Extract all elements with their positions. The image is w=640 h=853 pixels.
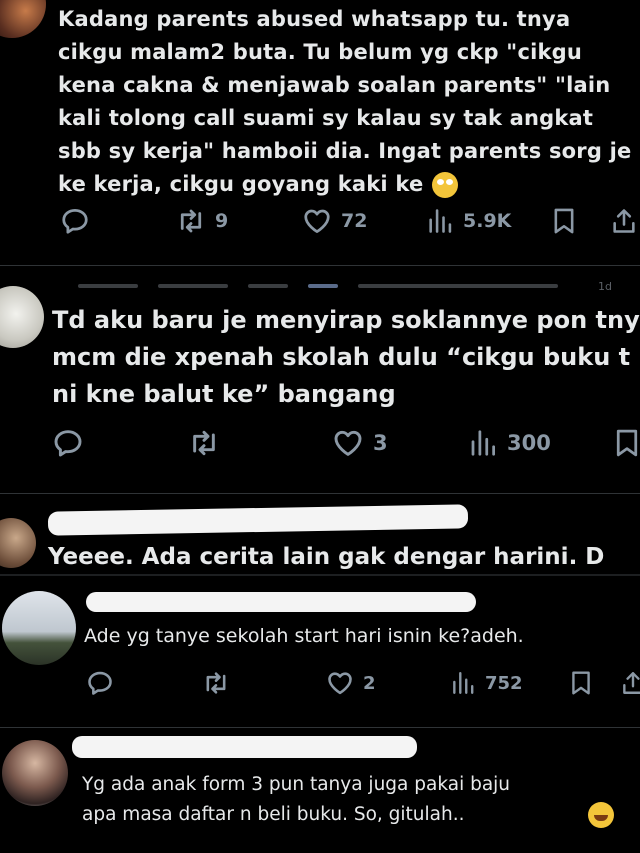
post-2[interactable]: 1d Td aku baru je menyirap soklannye pon… bbox=[0, 272, 640, 487]
like-count: 72 bbox=[341, 210, 368, 232]
reply-button[interactable] bbox=[52, 426, 84, 460]
retweet-button[interactable] bbox=[188, 426, 220, 460]
post-text: Yg ada anak form 3 pun tanya juga pakai … bbox=[82, 774, 511, 825]
retweet-count: 9 bbox=[215, 210, 229, 232]
divider bbox=[0, 265, 640, 266]
redacted-username bbox=[86, 592, 476, 612]
post-actions: 3 300 bbox=[48, 426, 640, 460]
post-text: Td aku baru je menyirap soklannye pon tn… bbox=[52, 306, 640, 408]
share-icon bbox=[620, 670, 640, 696]
like-count: 3 bbox=[373, 431, 388, 455]
redacted-username bbox=[47, 504, 469, 536]
like-button[interactable]: 2 bbox=[326, 666, 376, 700]
post-header-cropped: 1d bbox=[58, 280, 640, 293]
views-icon bbox=[426, 207, 454, 235]
views-count: 5.9K bbox=[463, 210, 512, 232]
avatar[interactable] bbox=[0, 0, 46, 38]
post-5[interactable]: Yg ada anak form 3 pun tanya juga pakai … bbox=[0, 728, 640, 853]
share-icon bbox=[610, 207, 638, 235]
post-text: Ade yg tanye sekolah start hari isnin ke… bbox=[84, 625, 524, 647]
views-count: 752 bbox=[485, 672, 523, 694]
like-icon bbox=[302, 206, 332, 236]
reply-button[interactable] bbox=[86, 666, 114, 700]
reply-icon bbox=[86, 669, 114, 697]
post-4[interactable]: Ade yg tanye sekolah start hari isnin ke… bbox=[0, 576, 640, 728]
avatar[interactable] bbox=[2, 591, 76, 665]
share-button[interactable] bbox=[620, 666, 640, 700]
timestamp: 1d bbox=[598, 280, 612, 293]
like-icon bbox=[332, 427, 364, 459]
reply-button[interactable] bbox=[60, 204, 90, 238]
divider bbox=[0, 493, 640, 494]
bookmark-icon bbox=[550, 207, 578, 235]
like-icon bbox=[326, 669, 354, 697]
grinning-sweat-emoji-icon bbox=[588, 802, 614, 828]
like-button[interactable]: 72 bbox=[302, 204, 367, 238]
retweet-icon bbox=[176, 206, 206, 236]
bookmark-button[interactable] bbox=[550, 204, 578, 238]
like-count: 2 bbox=[363, 672, 376, 694]
post-actions: 2 752 bbox=[84, 666, 640, 700]
retweet-button[interactable] bbox=[202, 666, 230, 700]
reply-icon bbox=[60, 206, 90, 236]
views-button[interactable]: 300 bbox=[468, 426, 551, 460]
views-button[interactable]: 5.9K bbox=[426, 204, 511, 238]
views-icon bbox=[450, 670, 476, 696]
post-3[interactable]: Yeeee. Ada cerita lain gak dengar harini… bbox=[0, 496, 640, 572]
retweet-icon bbox=[202, 669, 230, 697]
bookmark-icon bbox=[612, 428, 640, 458]
rolling-eyes-emoji-icon bbox=[432, 172, 458, 198]
post-text: Kadang parents abused whatsapp tu. tnya … bbox=[58, 7, 632, 196]
bookmark-button[interactable] bbox=[568, 666, 594, 700]
avatar[interactable] bbox=[0, 286, 44, 348]
like-button[interactable]: 3 bbox=[332, 426, 388, 460]
post-1[interactable]: Kadang parents abused whatsapp tu. tnya … bbox=[0, 0, 640, 258]
views-icon bbox=[468, 428, 498, 458]
retweet-button[interactable]: 9 bbox=[176, 204, 228, 238]
bookmark-button[interactable] bbox=[612, 426, 640, 460]
reply-icon bbox=[52, 427, 84, 459]
bookmark-icon bbox=[568, 670, 594, 696]
redacted-username bbox=[72, 736, 417, 758]
views-button[interactable]: 752 bbox=[450, 666, 523, 700]
views-count: 300 bbox=[507, 431, 551, 455]
retweet-icon bbox=[188, 427, 220, 459]
post-actions: 9 72 5.9K bbox=[58, 204, 640, 238]
post-text: Yeeee. Ada cerita lain gak dengar harini… bbox=[48, 544, 605, 570]
share-button[interactable] bbox=[610, 204, 638, 238]
avatar[interactable] bbox=[0, 518, 36, 568]
avatar[interactable] bbox=[2, 740, 68, 806]
